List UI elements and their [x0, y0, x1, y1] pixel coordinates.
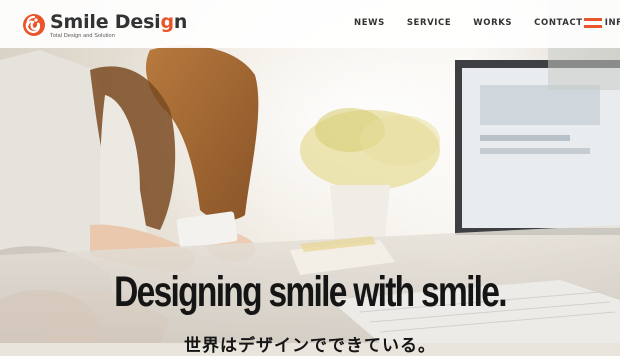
- nav-news[interactable]: NEWS: [350, 17, 389, 29]
- menu-bar-top: [584, 18, 602, 21]
- site-header: Smile Design Total Design and Solution N…: [0, 0, 620, 48]
- nav-works[interactable]: WORKS: [469, 17, 516, 29]
- hero-subheadline: 世界はデザインでできている。: [184, 336, 436, 356]
- hamburger-menu-icon[interactable]: [584, 18, 602, 30]
- menu-bar-bottom: [584, 25, 602, 28]
- brand-logo[interactable]: Smile Design Total Design and Solution: [22, 13, 187, 41]
- brand-text: Smile Design Total Design and Solution: [50, 11, 188, 40]
- nav-service[interactable]: SERVICE: [403, 17, 455, 29]
- brand-tagline: Total Design and Solution: [50, 33, 115, 39]
- nav-contact[interactable]: CONTACT: [530, 17, 587, 29]
- smile-logo-icon: [23, 14, 45, 36]
- hero-headline: Designing smile with smile.: [114, 268, 507, 316]
- nav-info[interactable]: INFO: [601, 17, 620, 29]
- main-nav: NEWS SERVICE WORKS CONTACT INFO: [350, 17, 620, 29]
- brand-name: Smile Design: [50, 11, 188, 33]
